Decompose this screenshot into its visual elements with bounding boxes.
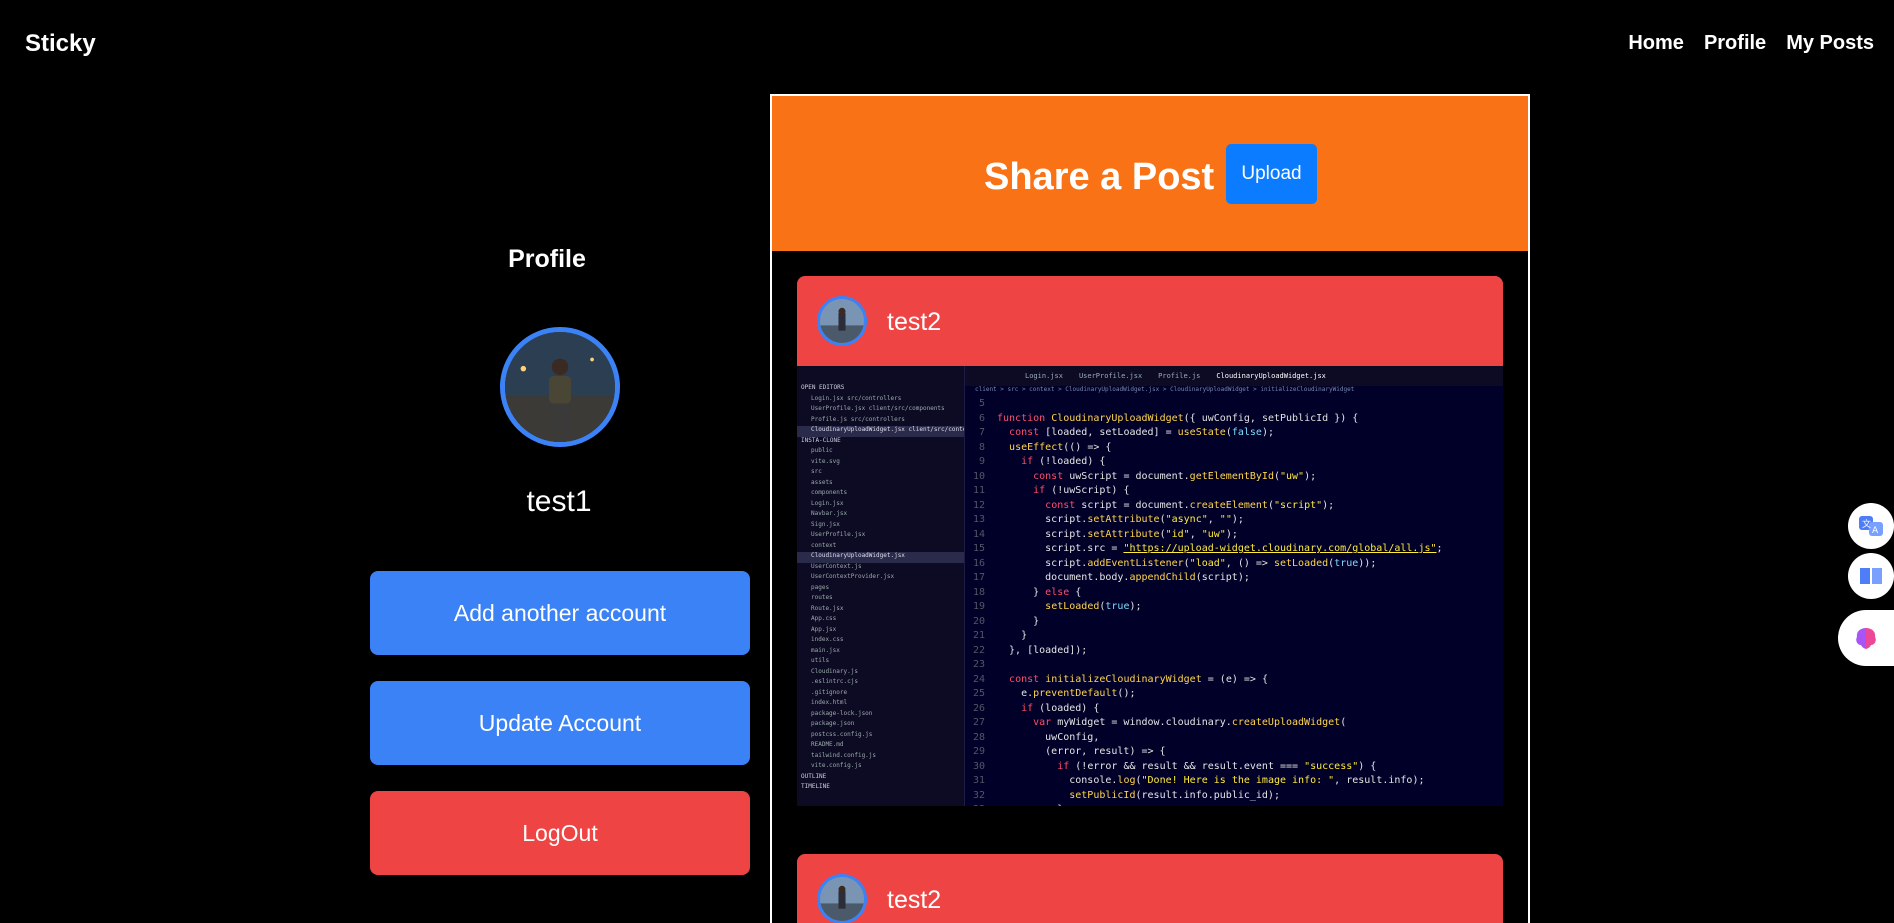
explorer-item: UserProfile.jsx (811, 531, 866, 538)
explorer-item: src (811, 468, 822, 475)
post-header: test2 (797, 276, 1503, 366)
explorer-item: .gitignore (811, 688, 848, 696)
explorer-item: UserContextProvider.jsx (811, 573, 895, 580)
svg-text:A: A (1872, 526, 1879, 536)
add-account-button[interactable]: Add another account (370, 571, 750, 655)
explorer-item: tailwind.config.js (811, 751, 877, 759)
profile-heading: Profile (508, 245, 586, 273)
explorer-item: UserProfile.jsx client/src/components (811, 405, 945, 412)
top-navbar: Sticky Home Profile My Posts (0, 0, 1894, 90)
logout-button[interactable]: LogOut (370, 791, 750, 875)
post-card: test2 OPEN EDITORS Login.jsx src/controll… (797, 276, 1503, 806)
explorer-item: routes (811, 594, 833, 601)
explorer-item: public (811, 447, 833, 454)
post-avatar[interactable] (817, 296, 867, 346)
share-post-title: Share a Post (984, 156, 1215, 198)
svg-text:文: 文 (1862, 518, 1871, 530)
explorer-item: vite.svg (811, 457, 840, 465)
editor-breadcrumb: client > src > context > CloudinaryUploa… (975, 386, 1355, 393)
explorer-item: CloudinaryUploadWidget.jsx client/src/co… (797, 426, 964, 437)
code-lines: 5 6 function CloudinaryUploadWidget({ uwC… (972, 398, 1443, 806)
explorer-item: Login.jsx src/controllers (811, 394, 902, 402)
nav-home-link[interactable]: Home (1628, 32, 1684, 55)
explorer-item: .eslintrc.cjs (811, 678, 858, 685)
explorer-item: OUTLINE (801, 772, 827, 780)
explorer-item: context (811, 541, 837, 549)
post-card: test2 (797, 854, 1503, 923)
explorer-item: utils (811, 657, 830, 664)
post-avatar[interactable] (817, 874, 867, 923)
explorer-item: index.html (811, 699, 848, 706)
explorer-item: vite.config.js (811, 762, 862, 769)
explorer-item: README.md (811, 741, 844, 748)
explorer-item: Profile.js src/controllers (811, 415, 905, 423)
brand-logo[interactable]: Sticky (25, 30, 96, 58)
explorer-item: App.css (811, 615, 837, 622)
editor-tab: Login.jsx (1025, 372, 1063, 380)
explorer-item: INSTA-CLONE (801, 436, 841, 444)
profile-avatar[interactable] (500, 327, 620, 447)
explorer-item: postcss.config.js (811, 730, 873, 738)
share-post-header: Share a Post Upload (772, 96, 1528, 251)
explorer-item: Login.jsx (811, 499, 844, 507)
editor-tab-active: CloudinaryUploadWidget.jsx (1216, 372, 1326, 380)
explorer-item: package-lock.json (811, 709, 873, 717)
book-icon[interactable] (1848, 553, 1894, 599)
explorer-item: pages (811, 583, 830, 591)
explorer-item: Route.jsx (811, 604, 844, 612)
explorer-item: main.jsx (811, 646, 840, 654)
explorer-item: Sign.jsx (811, 520, 840, 528)
editor-tab: UserProfile.jsx (1078, 372, 1143, 380)
brain-icon[interactable] (1838, 610, 1894, 666)
nav-profile-link[interactable]: Profile (1704, 32, 1766, 55)
explorer-item: Navbar.jsx (811, 510, 848, 517)
explorer-item: App.jsx (811, 625, 837, 633)
profile-username: test1 (526, 485, 592, 518)
nav-links: Home Profile My Posts (1628, 32, 1874, 55)
explorer-item: assets (811, 478, 833, 486)
explorer-item: Cloudinary.js (811, 667, 858, 675)
post-header: test2 (797, 854, 1503, 923)
code-editor-image: Login.jsx UserProfile.jsx Profile.js Clo… (965, 366, 1503, 806)
explorer-item: components (811, 489, 848, 496)
explorer-item: index.css (811, 636, 844, 643)
explorer-item: UserContext.js (811, 562, 862, 570)
explorer-panel: OPEN EDITORS Login.jsx src/controllers Use… (797, 366, 965, 806)
translate-icon[interactable]: 文A (1848, 503, 1894, 549)
editor-tabs: Login.jsx UserProfile.jsx Profile.js Clo… (965, 366, 1503, 386)
explorer-item: TIMELINE (801, 783, 830, 790)
post-image[interactable]: OPEN EDITORS Login.jsx src/controllers Use… (797, 366, 1503, 806)
explorer-item: package.json (811, 720, 855, 727)
moon-icon[interactable] (846, 27, 870, 59)
post-feed[interactable]: Share a Post Upload test2 OPEN EDITORS Lo… (770, 94, 1530, 923)
editor-tab: Profile.js (1158, 372, 1201, 380)
post-username[interactable]: test2 (887, 308, 941, 337)
nav-my-posts-link[interactable]: My Posts (1786, 32, 1874, 55)
explorer-item: CloudinaryUploadWidget.jsx (797, 552, 964, 563)
upload-button[interactable]: Upload (1226, 144, 1317, 204)
post-username[interactable]: test2 (887, 886, 941, 915)
update-account-button[interactable]: Update Account (370, 681, 750, 765)
explorer-item: OPEN EDITORS (801, 384, 845, 391)
